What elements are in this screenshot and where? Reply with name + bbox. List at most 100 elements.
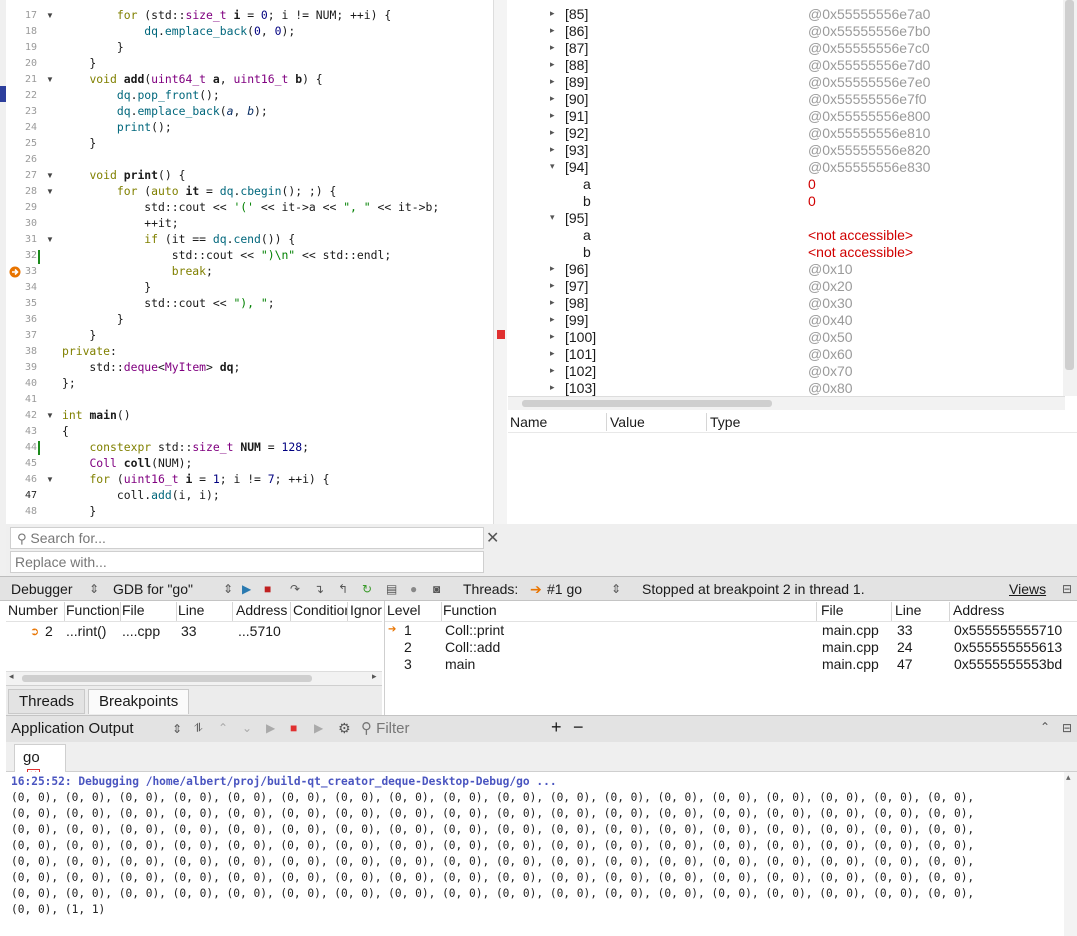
- locals-row[interactable]: ▸ [85] @0x55555556e7a0: [508, 6, 1068, 23]
- line-number[interactable]: 37: [6, 330, 37, 341]
- collapsed-arrow-icon[interactable]: ▸: [550, 314, 555, 325]
- expanded-arrow-icon[interactable]: ▾: [550, 212, 555, 223]
- code-line[interactable]: for (auto it = dq.cbegin(); ;) {: [62, 184, 337, 198]
- line-number[interactable]: 48: [6, 506, 37, 517]
- line-number[interactable]: 35: [6, 298, 37, 309]
- code-line[interactable]: print();: [62, 120, 172, 134]
- collapsed-arrow-icon[interactable]: ▸: [550, 110, 555, 121]
- collapsed-arrow-icon[interactable]: ▸: [550, 382, 555, 393]
- replace-input[interactable]: Replace with...: [10, 551, 484, 573]
- col-address[interactable]: Address: [953, 602, 1077, 621]
- col-function[interactable]: Function: [66, 602, 121, 621]
- debugger-mode-select[interactable]: Debugger: [11, 581, 73, 597]
- stop-icon[interactable]: ■: [264, 582, 271, 596]
- line-number[interactable]: 28: [6, 186, 37, 197]
- locals-row[interactable]: ▸ [97] @0x20: [508, 278, 1068, 295]
- line-number[interactable]: 18: [6, 26, 37, 37]
- code-line[interactable]: std::cout << ")\n" << std::endl;: [62, 248, 391, 262]
- collapsed-arrow-icon[interactable]: ▸: [550, 93, 555, 104]
- locals-row[interactable]: ▸ [101] @0x60: [508, 346, 1068, 363]
- line-number[interactable]: 47: [6, 490, 37, 501]
- line-number[interactable]: 41: [6, 394, 37, 405]
- code-line[interactable]: dq.emplace_back(a, b);: [62, 104, 268, 118]
- col-address[interactable]: Address: [236, 602, 291, 621]
- line-number[interactable]: 17: [6, 10, 37, 21]
- panel-menu-icon[interactable]: ⊟: [1062, 582, 1072, 596]
- locals-row[interactable]: ▸ [103] @0x80: [508, 380, 1068, 397]
- locals-hscrollbar[interactable]: [508, 396, 1065, 410]
- locals-row[interactable]: ▸ [102] @0x70: [508, 363, 1068, 380]
- panel-menu-icon[interactable]: ⊟: [1062, 721, 1072, 735]
- collapsed-arrow-icon[interactable]: ▸: [550, 365, 555, 376]
- record-icon[interactable]: ●: [410, 582, 417, 596]
- locals-row[interactable]: b0: [508, 193, 1068, 210]
- col-file[interactable]: File: [821, 602, 892, 621]
- col-name[interactable]: Name: [510, 414, 547, 430]
- breakpoints-table[interactable]: Number Function File Line Address Condit…: [6, 601, 382, 685]
- line-number[interactable]: 34: [6, 282, 37, 293]
- code-line[interactable]: Coll coll(NUM);: [62, 456, 192, 470]
- code-line[interactable]: {: [62, 424, 69, 438]
- tab-breakpoints[interactable]: Breakpoints: [88, 689, 190, 714]
- code-line[interactable]: void add(uint64_t a, uint16_t b) {: [62, 72, 322, 86]
- locals-tree[interactable]: ▸ [85] @0x55555556e7a0 ▸ [86] @0x55555556e7b0…: [508, 0, 1077, 398]
- code-line[interactable]: int main(): [62, 408, 131, 422]
- step-over-icon[interactable]: ↷: [290, 582, 300, 596]
- code-line[interactable]: for (uint16_t i = 1; i != 7; ++i) {: [62, 472, 329, 486]
- code-line[interactable]: dq.emplace_back(0, 0);: [62, 24, 295, 38]
- collapsed-arrow-icon[interactable]: ▸: [550, 25, 555, 36]
- chevron-down-icon[interactable]: ⌄: [242, 721, 252, 735]
- code-line[interactable]: if (it == dq.cend()) {: [62, 232, 295, 246]
- line-number[interactable]: 44: [6, 442, 37, 453]
- line-number[interactable]: 22: [6, 90, 37, 101]
- continue-icon[interactable]: ▶: [242, 582, 251, 596]
- collapsed-arrow-icon[interactable]: ▸: [550, 263, 555, 274]
- close-icon[interactable]: ✕: [486, 528, 499, 548]
- chevron-up-icon[interactable]: ⌃: [1040, 720, 1050, 734]
- scroll-thumb[interactable]: [22, 675, 312, 682]
- output-pane-title[interactable]: Application Output: [11, 720, 134, 737]
- col-file[interactable]: File: [122, 602, 177, 621]
- search-input[interactable]: ⚲ Search for...: [10, 527, 484, 549]
- stack-view[interactable]: Level Function File Line Address ➔ 1 Coll:…: [384, 601, 1077, 715]
- output-scrollbar[interactable]: ▴: [1064, 772, 1077, 936]
- collapsed-arrow-icon[interactable]: ▸: [550, 76, 555, 87]
- line-number[interactable]: 45: [6, 458, 37, 469]
- fold-arrow-icon[interactable]: ▼: [46, 75, 54, 84]
- filter-input[interactable]: ⚲ Filter: [357, 718, 547, 740]
- scroll-right-icon[interactable]: ▸: [372, 671, 377, 682]
- step-out-icon[interactable]: ↰: [338, 582, 348, 596]
- attach-icon[interactable]: ▶: [314, 721, 323, 735]
- line-number[interactable]: 27: [6, 170, 37, 181]
- col-type[interactable]: Type: [710, 414, 740, 430]
- run-icon[interactable]: ▶: [266, 721, 275, 735]
- operate-by-instruction-icon[interactable]: ▤: [386, 582, 397, 596]
- scroll-up-icon[interactable]: ▴: [1066, 772, 1071, 783]
- collapsed-arrow-icon[interactable]: ▸: [550, 59, 555, 70]
- code-line[interactable]: };: [62, 376, 76, 390]
- line-number[interactable]: 40: [6, 378, 37, 389]
- collapsed-arrow-icon[interactable]: ▸: [550, 127, 555, 138]
- fold-arrow-icon[interactable]: ▼: [46, 187, 54, 196]
- breakpoint-arrow-icon[interactable]: [9, 266, 21, 278]
- locals-row[interactable]: a <not accessible>: [508, 227, 1068, 244]
- locals-row[interactable]: ▸ [99] @0x40: [508, 312, 1068, 329]
- code-line[interactable]: }: [62, 40, 124, 54]
- collapsed-arrow-icon[interactable]: ▸: [550, 280, 555, 291]
- stop-icon[interactable]: ■: [290, 721, 297, 735]
- expanded-arrow-icon[interactable]: ▾: [550, 161, 555, 172]
- locals-row[interactable]: ▸ [86] @0x55555556e7b0: [508, 23, 1068, 40]
- locals-row[interactable]: ▸ [89] @0x55555556e7e0: [508, 74, 1068, 91]
- locals-row[interactable]: ▸ [98] @0x30: [508, 295, 1068, 312]
- collapsed-arrow-icon[interactable]: ▸: [550, 297, 555, 308]
- col-line[interactable]: Line: [178, 602, 233, 621]
- camera-icon[interactable]: ◙: [433, 582, 440, 596]
- views-menu[interactable]: Views: [1009, 581, 1046, 597]
- fold-arrow-icon[interactable]: ▼: [46, 235, 54, 244]
- rerun-icon[interactable]: ⥮: [194, 721, 203, 736]
- restart-icon[interactable]: ↻: [362, 582, 372, 596]
- code-line[interactable]: dq.pop_front();: [62, 88, 220, 102]
- scroll-left-icon[interactable]: ◂: [9, 671, 14, 682]
- locals-row[interactable]: a0: [508, 176, 1068, 193]
- tab-go[interactable]: go ✕: [14, 744, 66, 782]
